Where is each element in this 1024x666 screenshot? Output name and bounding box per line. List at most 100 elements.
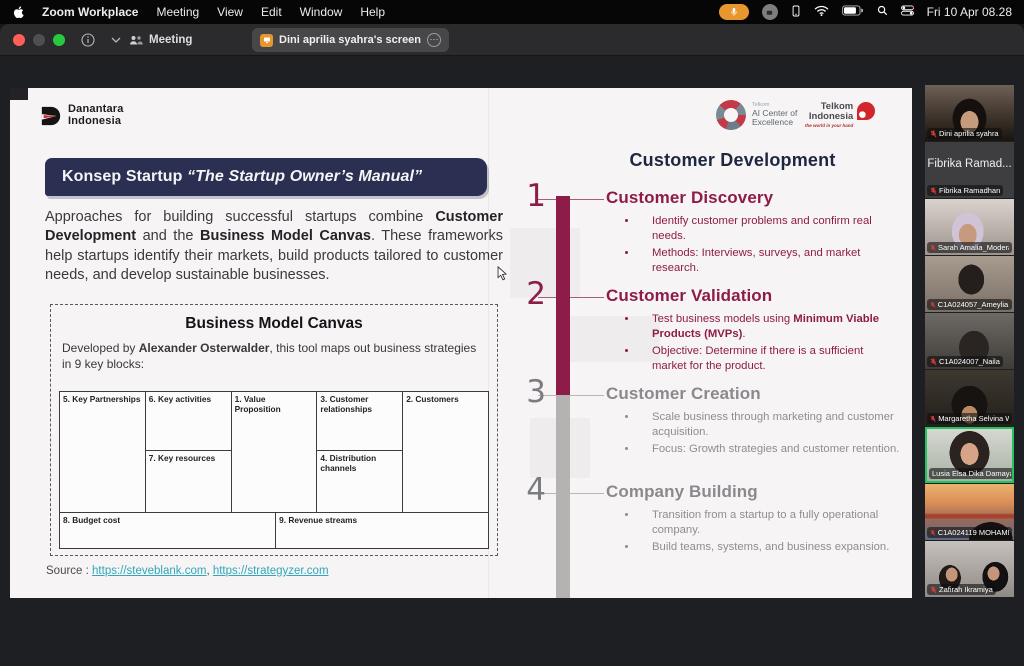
intro-paragraph: Approaches for building successful start… [45, 208, 503, 285]
timeline-tick [538, 395, 604, 396]
tab-options-icon[interactable]: ⋯ [427, 33, 441, 47]
battery-icon[interactable] [842, 5, 864, 19]
zoom-meeting-content: DanantaraIndonesia Telkom AI Center of E… [0, 56, 1024, 666]
menu-item-edit[interactable]: Edit [261, 5, 282, 19]
participant-name: Lusia Elsa Dika Damayanty [932, 469, 1011, 478]
timeline-bar-maroon [556, 196, 570, 395]
info-icon[interactable] [81, 33, 95, 47]
mic-in-use-indicator[interactable] [719, 4, 749, 20]
customer-development-heading: Customer Development [610, 150, 855, 171]
participant-tile-fibrika[interactable]: Fibrika Ramad... Fibrika Ramadhan [925, 142, 1014, 198]
search-icon[interactable] [877, 5, 888, 19]
wifi-icon[interactable] [814, 5, 829, 19]
danantara-emblem-icon [40, 105, 62, 127]
menu-item-meeting[interactable]: Meeting [156, 5, 199, 19]
control-center-icon[interactable] [901, 5, 914, 19]
bmc-subtitle: Developed by Alexander Osterwalder, this… [62, 341, 486, 372]
bmc-cell-distribution-channels: 4. Distribution channels [317, 450, 402, 512]
participant-display-name: Fibrika Ramad... [925, 158, 1014, 170]
shared-screen-tab-label: Dini aprilia syahra's screen [279, 34, 421, 46]
bmc-cell-key-activities: 6. Key activities [146, 392, 231, 450]
telkom-indonesia-logo: Telkom Indonesia the world in your hand [805, 102, 875, 129]
mouse-cursor [497, 266, 508, 287]
muted-mic-icon [930, 301, 936, 309]
apple-menu-icon[interactable] [12, 5, 26, 19]
participant-name: Sarah Amalia_Moderator [938, 243, 1009, 252]
display-icon[interactable] [791, 5, 801, 20]
step-number-1: 1 [508, 178, 546, 214]
muted-mic-icon [930, 415, 936, 423]
danantara-logo: DanantaraIndonesia [40, 104, 124, 127]
step-number-4: 4 [508, 472, 546, 508]
chevron-down-icon[interactable] [111, 37, 121, 43]
people-icon [129, 35, 143, 45]
window-zoom-button[interactable] [53, 34, 65, 46]
strategyzer-link[interactable]: https://strategyzer.com [213, 565, 329, 577]
slide-title-banner: Konsep Startup “The Startup Owner’s Manu… [45, 158, 487, 196]
window-minimize-button[interactable] [33, 34, 45, 46]
participant-name: C1A024119 MOHAMMA... [938, 528, 1009, 537]
participant-name: C1A024057_Ameylia Fa... [938, 300, 1009, 309]
participant-tile-lusia-active-speaker[interactable]: Lusia Elsa Dika Damayanty [925, 427, 1014, 483]
timeline-tick [538, 199, 604, 200]
bmc-title: Business Model Canvas [51, 315, 497, 333]
bmc-grid: 5. Key Partnerships 6. Key activities 7.… [59, 391, 489, 549]
participant-tile-mohamma[interactable]: C1A024119 MOHAMMA... [925, 484, 1014, 540]
bmc-cell-customers: 2. Customers [403, 392, 488, 512]
shared-screen-tab[interactable]: Dini aprilia syahra's screen ⋯ [252, 28, 449, 52]
bmc-cell-revenue-streams: 9. Revenue streams [276, 513, 488, 549]
step-bullets-company-building: Transition from a startup to a fully ope… [624, 508, 900, 558]
participant-name: C1A024007_Naila [939, 357, 1000, 366]
screen-corner-artifact [10, 88, 28, 100]
muted-mic-icon [930, 586, 937, 594]
menu-bar-clock[interactable]: Fri 10 Apr 08.28 [927, 5, 1012, 19]
ai-center-of-excellence-logo: Telkom AI Center of Excellence [716, 100, 797, 130]
muted-mic-icon [930, 130, 937, 138]
step-title-customer-discovery: Customer Discovery [606, 188, 773, 208]
step-number-2: 2 [508, 276, 546, 312]
menu-item-view[interactable]: View [217, 5, 243, 19]
participant-tile-ameylia[interactable]: C1A024057_Ameylia Fa... [925, 256, 1014, 312]
timeline-tick [538, 297, 604, 298]
participants-strip: Dini aprilia syahra Fibrika Ramad... Fib… [925, 85, 1014, 598]
step-bullets-customer-creation: Scale business through marketing and cus… [624, 410, 900, 460]
menu-item-app[interactable]: Zoom Workplace [42, 5, 138, 19]
timeline-bar-gray [556, 395, 570, 598]
bmc-cell-customer-relationships: 3. Customer relationships [317, 392, 402, 450]
participant-tile-sarah[interactable]: Sarah Amalia_Moderator [925, 199, 1014, 255]
ai-coe-spiral-icon [716, 100, 746, 130]
zoom-window-titlebar: Meeting Dini aprilia syahra's screen ⋯ [0, 24, 1024, 56]
muted-mic-icon [930, 244, 936, 252]
participant-name: Dini aprilia syahra [939, 129, 999, 138]
window-close-button[interactable] [13, 34, 25, 46]
screen-share-icon [260, 34, 273, 47]
participant-tile-naila[interactable]: C1A024007_Naila [925, 313, 1014, 369]
bmc-cell-key-partnerships: 5. Key Partnerships [60, 392, 146, 512]
participant-name: Zafirah Ikramiya [939, 585, 993, 594]
shared-screen-slide: DanantaraIndonesia Telkom AI Center of E… [10, 88, 912, 598]
bmc-cell-budget-cost: 8. Budget cost [60, 513, 276, 549]
participant-tile-zafirah[interactable]: Zafirah Ikramiya [925, 541, 1014, 597]
participant-name: Margaretha Selvina W... [938, 414, 1009, 423]
meeting-tab[interactable]: Meeting [129, 34, 192, 46]
business-model-canvas-box: Business Model Canvas Developed by Alexa… [50, 304, 498, 556]
screen-record-indicator[interactable] [762, 4, 778, 20]
source-line: Source : https://steveblank.com, https:/… [46, 565, 329, 577]
timeline-tick [538, 493, 604, 494]
steveblank-link[interactable]: https://steveblank.com [92, 565, 206, 577]
participant-tile-dini[interactable]: Dini aprilia syahra [925, 85, 1014, 141]
step-number-3: 3 [508, 374, 546, 410]
macos-menu-bar: Zoom Workplace Meeting View Edit Window … [0, 0, 1024, 24]
muted-mic-icon [930, 358, 937, 366]
muted-mic-icon [930, 187, 937, 195]
step-bullets-customer-discovery: Identify customer problems and confirm r… [624, 214, 900, 279]
menu-item-window[interactable]: Window [300, 5, 343, 19]
muted-mic-icon [930, 529, 936, 537]
bmc-cell-value-proposition: 1. Value Proposition [232, 392, 318, 512]
step-title-customer-creation: Customer Creation [606, 384, 761, 404]
step-bullets-customer-validation: Test business models using Minimum Viabl… [624, 312, 900, 377]
telkom-hand-icon [857, 102, 875, 120]
menu-item-help[interactable]: Help [360, 5, 385, 19]
participant-tile-margaretha[interactable]: Margaretha Selvina W... [925, 370, 1014, 426]
bmc-cell-key-resources: 7. Key resources [146, 450, 231, 512]
